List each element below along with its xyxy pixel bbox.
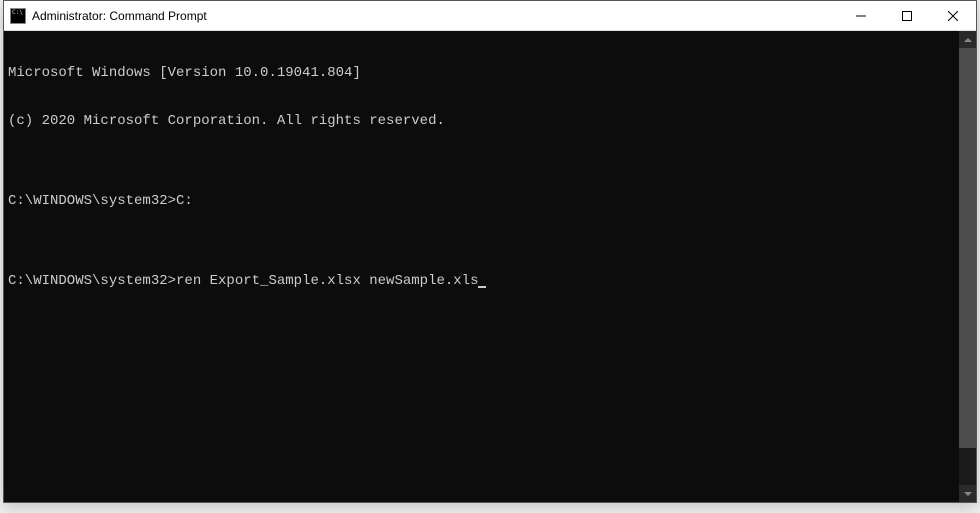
minimize-button[interactable] <box>838 1 884 30</box>
close-button[interactable] <box>930 1 976 30</box>
window-controls <box>838 1 976 30</box>
vertical-scrollbar[interactable] <box>959 31 976 502</box>
title-bar[interactable]: Administrator: Command Prompt <box>4 1 976 31</box>
maximize-button[interactable] <box>884 1 930 30</box>
terminal-line: C:\WINDOWS\system32>ren Export_Sample.xl… <box>8 273 955 289</box>
cmd-icon <box>10 8 26 24</box>
command-prompt-window: Administrator: Command Prompt Microsoft … <box>3 0 977 503</box>
terminal-line: (c) 2020 Microsoft Corporation. All righ… <box>8 113 955 129</box>
terminal-line: C:\WINDOWS\system32>C: <box>8 193 955 209</box>
terminal-line: Microsoft Windows [Version 10.0.19041.80… <box>8 65 955 81</box>
terminal-area[interactable]: Microsoft Windows [Version 10.0.19041.80… <box>4 31 976 502</box>
terminal-content[interactable]: Microsoft Windows [Version 10.0.19041.80… <box>4 31 959 502</box>
terminal-cursor <box>478 286 486 288</box>
current-command: C:\WINDOWS\system32>ren Export_Sample.xl… <box>8 273 478 289</box>
scroll-down-button[interactable] <box>959 485 976 502</box>
window-title: Administrator: Command Prompt <box>32 9 838 23</box>
scroll-thumb[interactable] <box>959 48 976 448</box>
scroll-up-button[interactable] <box>959 31 976 48</box>
